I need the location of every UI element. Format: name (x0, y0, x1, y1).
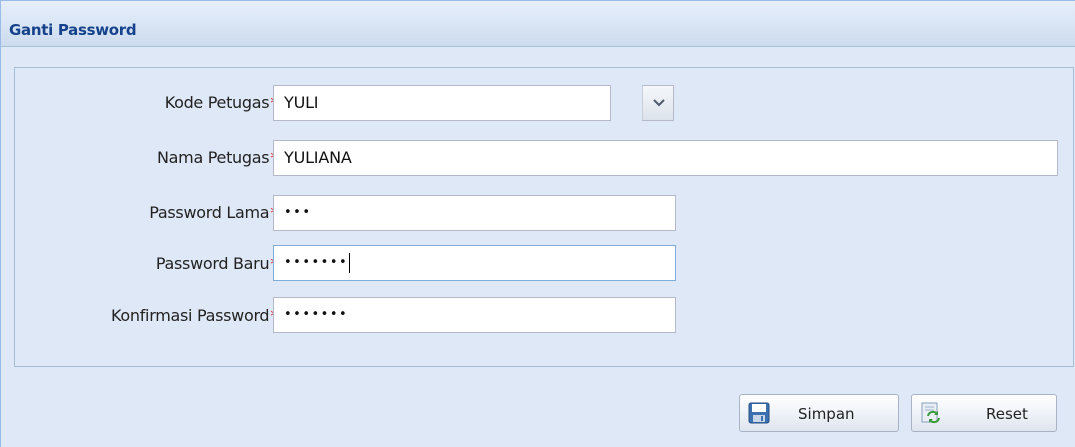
kode-petugas-dropdown-trigger[interactable] (642, 85, 674, 121)
password-lama-value: ••• (284, 205, 312, 220)
chevron-down-icon (653, 99, 665, 107)
change-password-panel: Ganti Password Kode Petugas* YULI Nama P… (0, 0, 1075, 447)
konfirmasi-password-value: ••••••• (284, 307, 349, 322)
password-baru-value: ••••••• (284, 255, 349, 270)
reset-button[interactable]: Reset (911, 394, 1057, 432)
konfirmasi-password-label: Konfirmasi Password* (111, 306, 278, 325)
save-button-label: Simpan (798, 405, 855, 423)
reset-button-label: Reset (986, 405, 1028, 423)
password-baru-label-text: Password Baru (155, 254, 270, 273)
panel-title: Ganti Password (9, 21, 137, 39)
nama-petugas-label-text: Nama Petugas (157, 148, 270, 167)
nama-petugas-label: Nama Petugas* (157, 148, 278, 167)
kode-petugas-label: Kode Petugas* (164, 93, 279, 112)
password-lama-label: Password Lama* (149, 203, 278, 222)
kode-petugas-value: YULI (284, 93, 319, 112)
nama-petugas-input[interactable]: YULIANA (273, 140, 1058, 176)
kode-petugas-combobox[interactable]: YULI (273, 85, 611, 121)
form-body: Kode Petugas* YULI Nama Petugas* YULIANA… (14, 67, 1074, 367)
nama-petugas-value: YULIANA (284, 148, 352, 167)
password-lama-label-text: Password Lama (149, 203, 270, 222)
save-button[interactable]: Simpan (739, 394, 899, 432)
password-baru-label: Password Baru* (156, 254, 278, 273)
konfirmasi-password-label-text: Konfirmasi Password (111, 306, 270, 325)
floppy-disk-icon (748, 402, 770, 424)
panel-header: Ganti Password (1, 1, 1075, 47)
konfirmasi-password-input[interactable]: ••••••• (273, 297, 676, 333)
password-lama-input[interactable]: ••• (273, 195, 676, 231)
text-cursor (349, 252, 351, 273)
kode-petugas-label-text: Kode Petugas (164, 93, 270, 112)
password-baru-input[interactable]: ••••••• (273, 245, 676, 281)
refresh-icon (921, 402, 940, 424)
